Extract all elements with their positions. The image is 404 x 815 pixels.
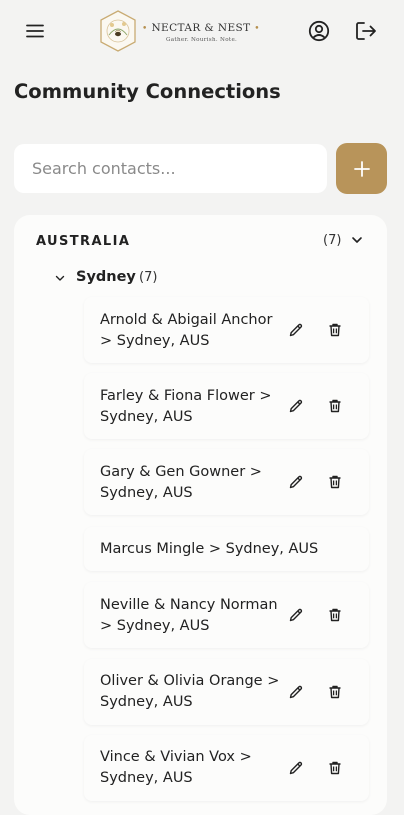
- contact-item[interactable]: Oliver & Olivia Orange > Sydney, AUS: [84, 659, 369, 725]
- delete-button[interactable]: [323, 318, 347, 342]
- trash-icon: [329, 608, 341, 622]
- trash-icon: [329, 323, 341, 337]
- country-name: AUSTRALIA: [36, 234, 131, 249]
- brand-name: • NECTAR & NEST •: [142, 22, 261, 34]
- top-bar: • NECTAR & NEST • Gather. Nourish. Note.: [0, 0, 404, 64]
- delete-button[interactable]: [323, 394, 347, 418]
- trash-icon: [329, 761, 341, 775]
- add-contact-button[interactable]: [336, 143, 387, 194]
- delete-button[interactable]: [323, 470, 347, 494]
- hive-logo-icon: [100, 10, 136, 52]
- contact-name: Farley & Fiona Flower > Sydney, AUS: [100, 388, 272, 425]
- trash-icon: [329, 685, 341, 699]
- contact-name: Vince & Vivian Vox > Sydney, AUS: [100, 749, 252, 786]
- pencil-icon: [289, 761, 303, 775]
- chevron-down-icon: [55, 275, 65, 281]
- edit-button[interactable]: [284, 470, 308, 494]
- edit-button[interactable]: [284, 756, 308, 780]
- logout-icon: [356, 22, 376, 40]
- contact-item[interactable]: Arnold & Abigail Anchor > Sydney, AUS: [84, 297, 369, 363]
- city-group-header[interactable]: Sydney (7): [54, 267, 254, 293]
- plus-icon: [353, 160, 370, 177]
- edit-button[interactable]: [284, 394, 308, 418]
- pencil-icon: [289, 608, 303, 622]
- contact-item[interactable]: Gary & Gen Gowner > Sydney, AUS: [84, 449, 369, 515]
- chevron-down-icon: [352, 237, 362, 243]
- contact-name: Neville & Nancy Norman > Sydney, AUS: [100, 597, 278, 634]
- contact-name: Gary & Gen Gowner > Sydney, AUS: [100, 464, 262, 501]
- delete-button[interactable]: [323, 603, 347, 627]
- menu-icon: [26, 24, 44, 38]
- contact-name: Marcus Mingle > Sydney, AUS: [100, 541, 319, 557]
- city-count: (7): [139, 270, 158, 285]
- logout-button[interactable]: [350, 15, 382, 47]
- contact-item[interactable]: Marcus Mingle > Sydney, AUS: [84, 527, 369, 571]
- account-button[interactable]: [303, 15, 335, 47]
- contact-item[interactable]: Farley & Fiona Flower > Sydney, AUS: [84, 373, 369, 439]
- brand-logo[interactable]: • NECTAR & NEST • Gather. Nourish. Note.: [98, 9, 262, 55]
- pencil-icon: [289, 399, 303, 413]
- pencil-icon: [289, 475, 303, 489]
- search-box: [14, 144, 327, 193]
- edit-button[interactable]: [284, 318, 308, 342]
- pencil-icon: [289, 323, 303, 337]
- brand-tagline: Gather. Nourish. Note.: [166, 37, 238, 43]
- menu-button[interactable]: [19, 15, 51, 47]
- trash-icon: [329, 475, 341, 489]
- contact-name: Oliver & Olivia Orange > Sydney, AUS: [100, 673, 280, 710]
- contact-item[interactable]: Vince & Vivian Vox > Sydney, AUS: [84, 735, 369, 801]
- delete-button[interactable]: [323, 680, 347, 704]
- pencil-icon: [289, 685, 303, 699]
- edit-button[interactable]: [284, 603, 308, 627]
- edit-button[interactable]: [284, 680, 308, 704]
- city-name: Sydney: [76, 269, 136, 285]
- page-title: Community Connections: [14, 80, 281, 103]
- account-icon: [308, 20, 330, 42]
- country-count: (7): [323, 233, 342, 248]
- search-input[interactable]: [14, 144, 327, 193]
- country-group-header[interactable]: AUSTRALIA (7): [14, 215, 387, 267]
- trash-icon: [329, 399, 341, 413]
- delete-button[interactable]: [323, 756, 347, 780]
- contact-name: Arnold & Abigail Anchor > Sydney, AUS: [100, 312, 273, 349]
- contact-item[interactable]: Neville & Nancy Norman > Sydney, AUS: [84, 582, 369, 648]
- contacts-panel: AUSTRALIA (7) Sydney (7) Arnold & Abigai…: [14, 215, 387, 815]
